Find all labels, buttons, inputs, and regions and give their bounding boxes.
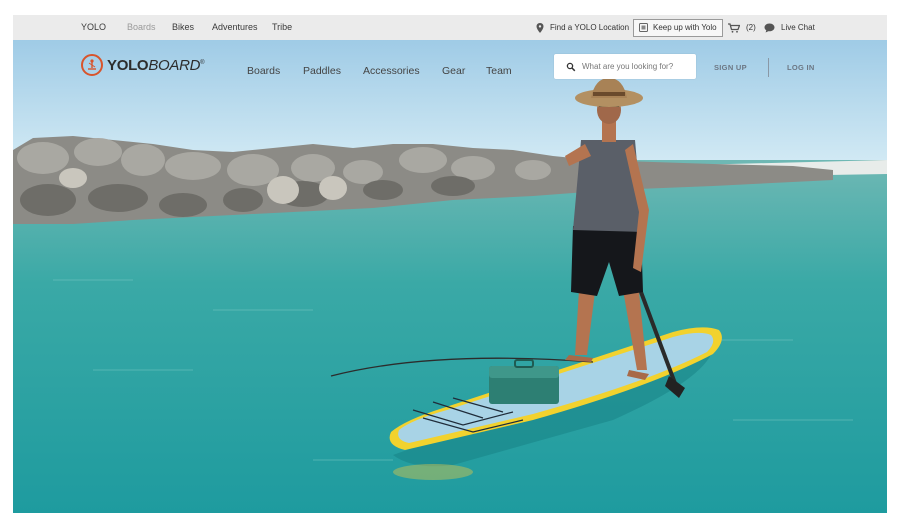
cart-link[interactable]: (2)	[728, 15, 756, 40]
location-pin-icon	[536, 22, 544, 33]
chat-bubble-icon	[764, 23, 775, 32]
nav-paddles[interactable]: Paddles	[303, 65, 341, 77]
top-utility-bar: YOLO Boards Bikes Adventures Tribe Find …	[13, 15, 887, 40]
cart-icon	[728, 22, 740, 33]
nav-boards[interactable]: Boards	[247, 65, 280, 77]
keep-up-icon	[639, 23, 648, 32]
paddler-logo-icon	[81, 54, 103, 76]
yoloboard-logo[interactable]: YOLOBOARD®	[81, 54, 205, 76]
log-in-link[interactable]: LOG IN	[787, 63, 815, 72]
search-box[interactable]	[554, 54, 696, 79]
sign-up-link[interactable]: SIGN UP	[714, 63, 747, 72]
nav-team[interactable]: Team	[486, 65, 512, 77]
live-chat-link[interactable]: Live Chat	[764, 15, 815, 40]
find-location-label: Find a YOLO Location	[550, 23, 630, 32]
top-nav-tribe[interactable]: Tribe	[272, 15, 292, 40]
auth-divider	[768, 58, 769, 77]
find-location-link[interactable]: Find a YOLO Location	[536, 15, 629, 40]
nav-accessories[interactable]: Accessories	[363, 65, 420, 77]
search-input[interactable]	[582, 62, 692, 71]
hero-photo	[13, 40, 887, 513]
top-nav-boards[interactable]: Boards	[127, 15, 156, 40]
live-chat-label: Live Chat	[781, 23, 815, 32]
keep-up-label: Keep up with Yolo	[653, 23, 717, 32]
top-nav-adventures[interactable]: Adventures	[212, 15, 258, 40]
logo-wordmark: YOLOBOARD®	[107, 56, 205, 74]
top-nav-yolo[interactable]: YOLO	[81, 15, 106, 40]
top-nav-bikes[interactable]: Bikes	[172, 15, 194, 40]
hero-banner: YOLOBOARD® Boards Paddles Accessories Ge…	[13, 40, 887, 513]
nav-gear[interactable]: Gear	[442, 65, 465, 77]
keep-up-button[interactable]: Keep up with Yolo	[633, 15, 723, 40]
search-icon	[566, 62, 576, 71]
cart-count: (2)	[746, 23, 756, 32]
